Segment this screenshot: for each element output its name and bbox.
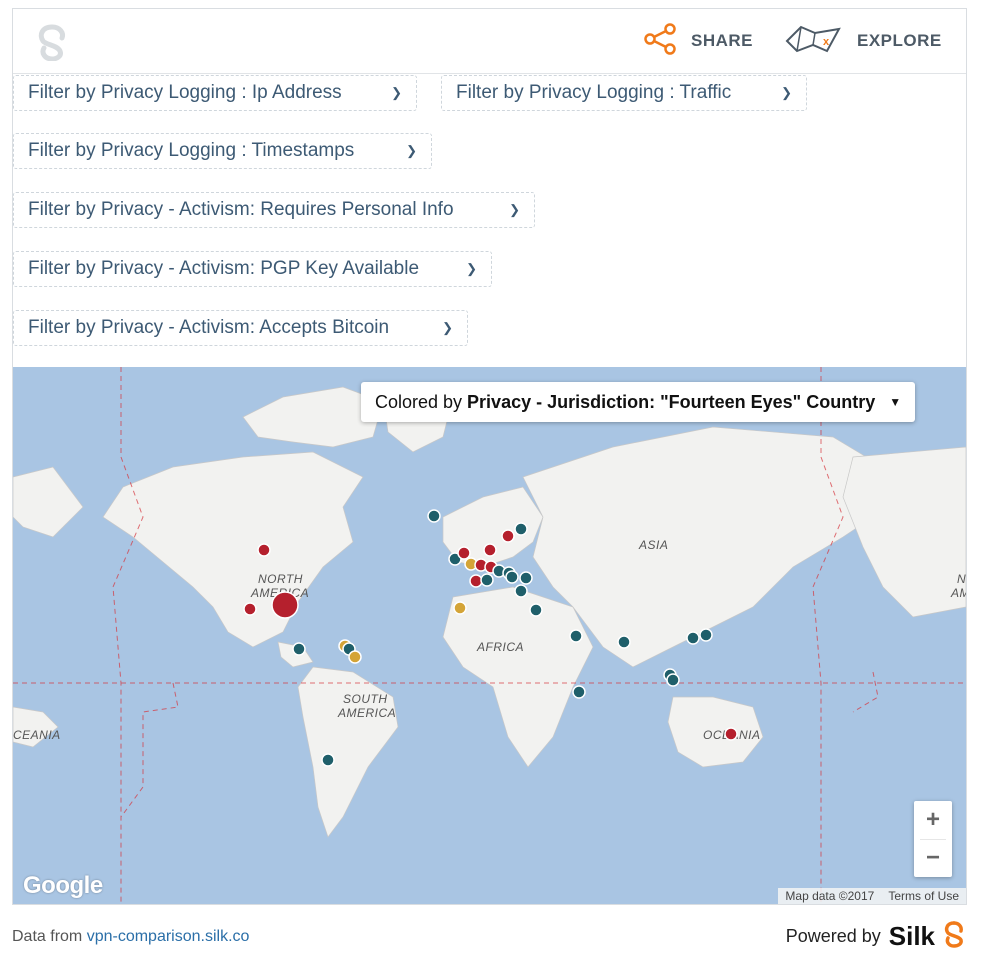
chevron-down-icon: ❯ xyxy=(391,85,402,100)
data-source-link[interactable]: vpn-comparison.silk.co xyxy=(87,928,250,945)
marker xyxy=(348,650,362,664)
north-america-label-line1: NORTH xyxy=(258,572,303,586)
asia-label: ASIA xyxy=(638,538,668,552)
data-source-prefix: Data from xyxy=(12,928,83,945)
marker xyxy=(427,509,441,523)
zoom-out-button[interactable]: − xyxy=(914,839,952,877)
marker xyxy=(572,685,586,699)
marker xyxy=(292,642,306,656)
explore-label: EXPLORE xyxy=(857,31,942,50)
marker xyxy=(666,673,680,687)
map-attribution: Map data ©2017 Terms of Use xyxy=(778,888,966,904)
filter-label: Filter by Privacy Logging : Traffic xyxy=(456,82,732,103)
zoom-divider xyxy=(920,839,946,840)
zoom-in-button[interactable]: + xyxy=(914,801,952,839)
zoom-controls: + − xyxy=(914,801,952,877)
color-by-dropdown[interactable]: Colored by Privacy - Jurisdiction: "Four… xyxy=(361,382,916,422)
filter-label: Filter by Privacy - Activism: Accepts Bi… xyxy=(28,317,390,338)
powered-by-prefix: Powered by xyxy=(785,926,881,946)
north-america xyxy=(102,451,364,648)
marker xyxy=(699,628,713,642)
filter-logging-timestamps[interactable]: Filter by Privacy Logging : Timestamps ❯ xyxy=(13,133,432,169)
marker xyxy=(529,603,543,617)
marker xyxy=(505,570,519,584)
marker xyxy=(483,543,497,557)
marker xyxy=(514,584,528,598)
svg-text:x: x xyxy=(823,36,830,48)
oceania-left-label: CEANIA xyxy=(13,728,61,742)
marker xyxy=(453,601,467,615)
marker xyxy=(514,522,528,536)
marker xyxy=(519,571,533,585)
google-logo[interactable]: Google xyxy=(23,872,103,900)
chevron-down-icon: ❯ xyxy=(781,85,792,100)
africa xyxy=(442,586,594,768)
terms-link[interactable]: Terms of Use xyxy=(881,888,966,904)
marker xyxy=(271,591,299,619)
filter-activism-personal-info[interactable]: Filter by Privacy - Activism: Requires P… xyxy=(13,192,535,228)
na-right-label-line2: AM xyxy=(950,586,966,600)
chevron-down-icon: ❯ xyxy=(509,202,520,217)
filter-logging-ip-address[interactable]: Filter by Privacy Logging : Ip Address ❯ xyxy=(13,75,417,111)
marker xyxy=(501,529,515,543)
share-label: SHARE xyxy=(691,31,754,50)
share-button[interactable]: SHARE xyxy=(643,22,754,60)
silk-logo-icon[interactable] xyxy=(35,23,69,66)
north-america-right xyxy=(842,446,966,618)
filter-activism-bitcoin[interactable]: Filter by Privacy - Activism: Accepts Bi… xyxy=(13,310,468,346)
header: SHARE x EXPLORE xyxy=(13,9,966,74)
map-canvas: NORTH AMERICA SOUTH AMERICA AFRICA ASIA … xyxy=(13,367,966,904)
alaska-left xyxy=(13,466,84,538)
filter-label: Filter by Privacy Logging : Timestamps xyxy=(28,140,355,161)
marker xyxy=(480,573,494,587)
chevron-down-icon: ❯ xyxy=(406,143,417,158)
chevron-down-icon: ❯ xyxy=(442,320,453,335)
filter-logging-traffic[interactable]: Filter by Privacy Logging : Traffic ❯ xyxy=(441,75,807,111)
land-masses xyxy=(13,381,966,838)
world-map[interactable]: NORTH AMERICA SOUTH AMERICA AFRICA ASIA … xyxy=(13,367,966,904)
share-icon xyxy=(643,22,677,60)
marker xyxy=(321,753,335,767)
na-right-label-line1: NO xyxy=(957,572,966,586)
widget-frame: SHARE x EXPLORE Filter by Privacy Loggin… xyxy=(12,8,967,905)
marker xyxy=(243,602,257,616)
marker xyxy=(457,546,471,560)
caret-down-icon: ▼ xyxy=(889,395,902,409)
filter-label: Filter by Privacy Logging : Ip Address xyxy=(28,82,342,103)
map-data-text: Map data ©2017 xyxy=(785,889,875,903)
africa-label: AFRICA xyxy=(476,640,524,654)
marker xyxy=(569,629,583,643)
marker xyxy=(617,635,631,649)
filter-label: Filter by Privacy - Activism: Requires P… xyxy=(28,199,454,220)
chevron-down-icon: ❯ xyxy=(466,261,477,276)
powered-by[interactable]: Powered by Silk xyxy=(786,920,965,953)
south-america-label-line1: SOUTH xyxy=(343,692,388,706)
explore-button[interactable]: x EXPLORE xyxy=(783,25,942,57)
data-source: Data from vpn-comparison.silk.co xyxy=(12,928,249,946)
marker xyxy=(724,727,738,741)
color-by-prefix: Colored by xyxy=(375,391,463,412)
marker xyxy=(686,631,700,645)
map-icon: x xyxy=(783,23,843,60)
color-by-field: Privacy - Jurisdiction: "Fourteen Eyes" … xyxy=(467,391,876,412)
silk-logo-icon xyxy=(943,920,965,953)
south-america-label-line2: AMERICA xyxy=(337,706,396,720)
marker xyxy=(469,574,483,588)
silk-brand: Silk xyxy=(888,921,935,951)
filter-activism-pgp-key[interactable]: Filter by Privacy - Activism: PGP Key Av… xyxy=(13,251,492,287)
filter-label: Filter by Privacy - Activism: PGP Key Av… xyxy=(28,258,420,279)
marker xyxy=(257,543,271,557)
